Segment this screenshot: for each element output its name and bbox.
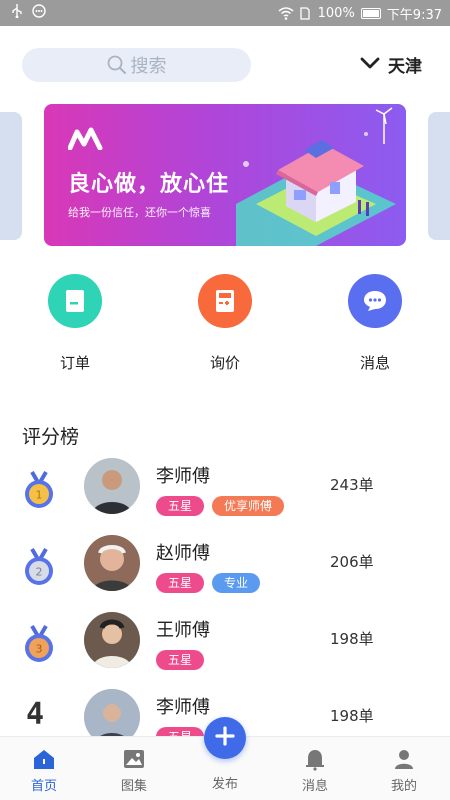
clock: 下午9:37 — [386, 8, 442, 23]
city-label: 天津 — [388, 57, 422, 77]
avatar — [84, 535, 140, 591]
search-row: 搜索 天津 — [22, 48, 428, 82]
worker-name: 李师傅 — [156, 466, 210, 487]
tab-label: 图集 — [120, 779, 147, 794]
tag-premium: 优享师傅 — [212, 496, 285, 516]
tab-mine[interactable]: 我的 — [374, 747, 434, 794]
battery-percent: 100% — [317, 6, 355, 21]
worker-name: 王师傅 — [156, 620, 210, 641]
tag-five-star: 五星 — [156, 496, 205, 516]
tab-label: 我的 — [390, 779, 417, 794]
bronze-medal-icon: 3 — [22, 624, 56, 664]
wifi-icon — [278, 6, 294, 21]
gold-medal-icon: 1 — [22, 470, 56, 510]
quick-action-inquiry[interactable]: 询价 — [185, 274, 265, 373]
tab-label: 消息 — [301, 779, 328, 794]
medal-number: 3 — [36, 643, 43, 656]
tag-five-star: 五星 — [156, 650, 205, 670]
banner-prev-slide[interactable] — [0, 112, 22, 240]
search-input[interactable]: 搜索 — [22, 48, 251, 82]
avatar — [84, 458, 140, 514]
tab-messages[interactable]: 消息 — [285, 747, 345, 794]
order-count: 198单 — [330, 630, 374, 648]
home-icon — [32, 747, 56, 771]
promo-banner[interactable]: 良心做，放心住 给我一份信任，还你一个惊喜 — [44, 104, 406, 246]
tab-label: 首页 — [30, 779, 57, 794]
publish-label: 发布 — [211, 777, 238, 792]
brand-logo — [67, 126, 104, 154]
bottom-tab-bar: 首页 图集 发布 消息 我的 — [0, 717, 450, 800]
banner-subtitle: 给我一份信任，还你一个惊喜 — [68, 206, 211, 219]
order-count: 198单 — [330, 707, 374, 725]
publish-button[interactable] — [204, 717, 246, 759]
quick-action-label: 订单 — [59, 354, 90, 372]
battery-icon — [360, 8, 381, 19]
banner-title: 良心做，放心住 — [68, 172, 230, 197]
quick-action-label: 消息 — [359, 354, 390, 372]
tab-gallery[interactable]: 图集 — [104, 747, 164, 794]
medal-number: 2 — [36, 566, 43, 579]
ranking-row[interactable]: 2 赵师傅 五星 专业 206单 — [0, 535, 450, 605]
worker-name: 赵师傅 — [156, 543, 210, 564]
user-icon — [392, 747, 416, 771]
tag-five-star: 五星 — [156, 573, 205, 593]
worker-name: 李师傅 — [156, 697, 210, 718]
sim-icon — [298, 6, 312, 21]
search-icon — [107, 55, 127, 75]
avatar — [84, 612, 140, 668]
quick-action-orders[interactable]: 订单 — [35, 274, 115, 373]
notification-icon — [32, 4, 46, 18]
ranking-title: 评分榜 — [22, 426, 80, 448]
bell-icon — [303, 747, 327, 771]
search-placeholder: 搜索 — [130, 56, 167, 77]
order-count: 206单 — [330, 553, 374, 571]
quick-action-messages[interactable]: 消息 — [335, 274, 415, 373]
quick-actions: 订单 询价 消息 — [0, 274, 450, 374]
quick-action-label: 询价 — [209, 354, 240, 372]
tab-home[interactable]: 首页 — [14, 747, 74, 794]
banner-next-slide[interactable] — [428, 112, 450, 240]
ranking-row[interactable]: 1 李师傅 五星 优享师傅 243单 — [0, 458, 450, 528]
image-icon — [122, 747, 146, 771]
order-count: 243单 — [330, 476, 374, 494]
usb-icon — [10, 4, 24, 19]
calculator-icon — [198, 274, 252, 328]
city-selector[interactable]: 天津 — [360, 52, 422, 77]
ranking-row[interactable]: 3 王师傅 五星 198单 — [0, 612, 450, 682]
chevron-down-icon — [360, 55, 380, 75]
tag-professional: 专业 — [212, 573, 261, 593]
plus-icon — [215, 726, 235, 750]
chat-bubble-icon — [348, 274, 402, 328]
order-icon — [48, 274, 102, 328]
medal-number: 1 — [36, 489, 43, 502]
status-bar: 100% 下午9:37 — [0, 0, 450, 26]
rank-number: 4 — [26, 697, 45, 732]
house-illustration — [236, 107, 396, 246]
silver-medal-icon: 2 — [22, 547, 56, 587]
